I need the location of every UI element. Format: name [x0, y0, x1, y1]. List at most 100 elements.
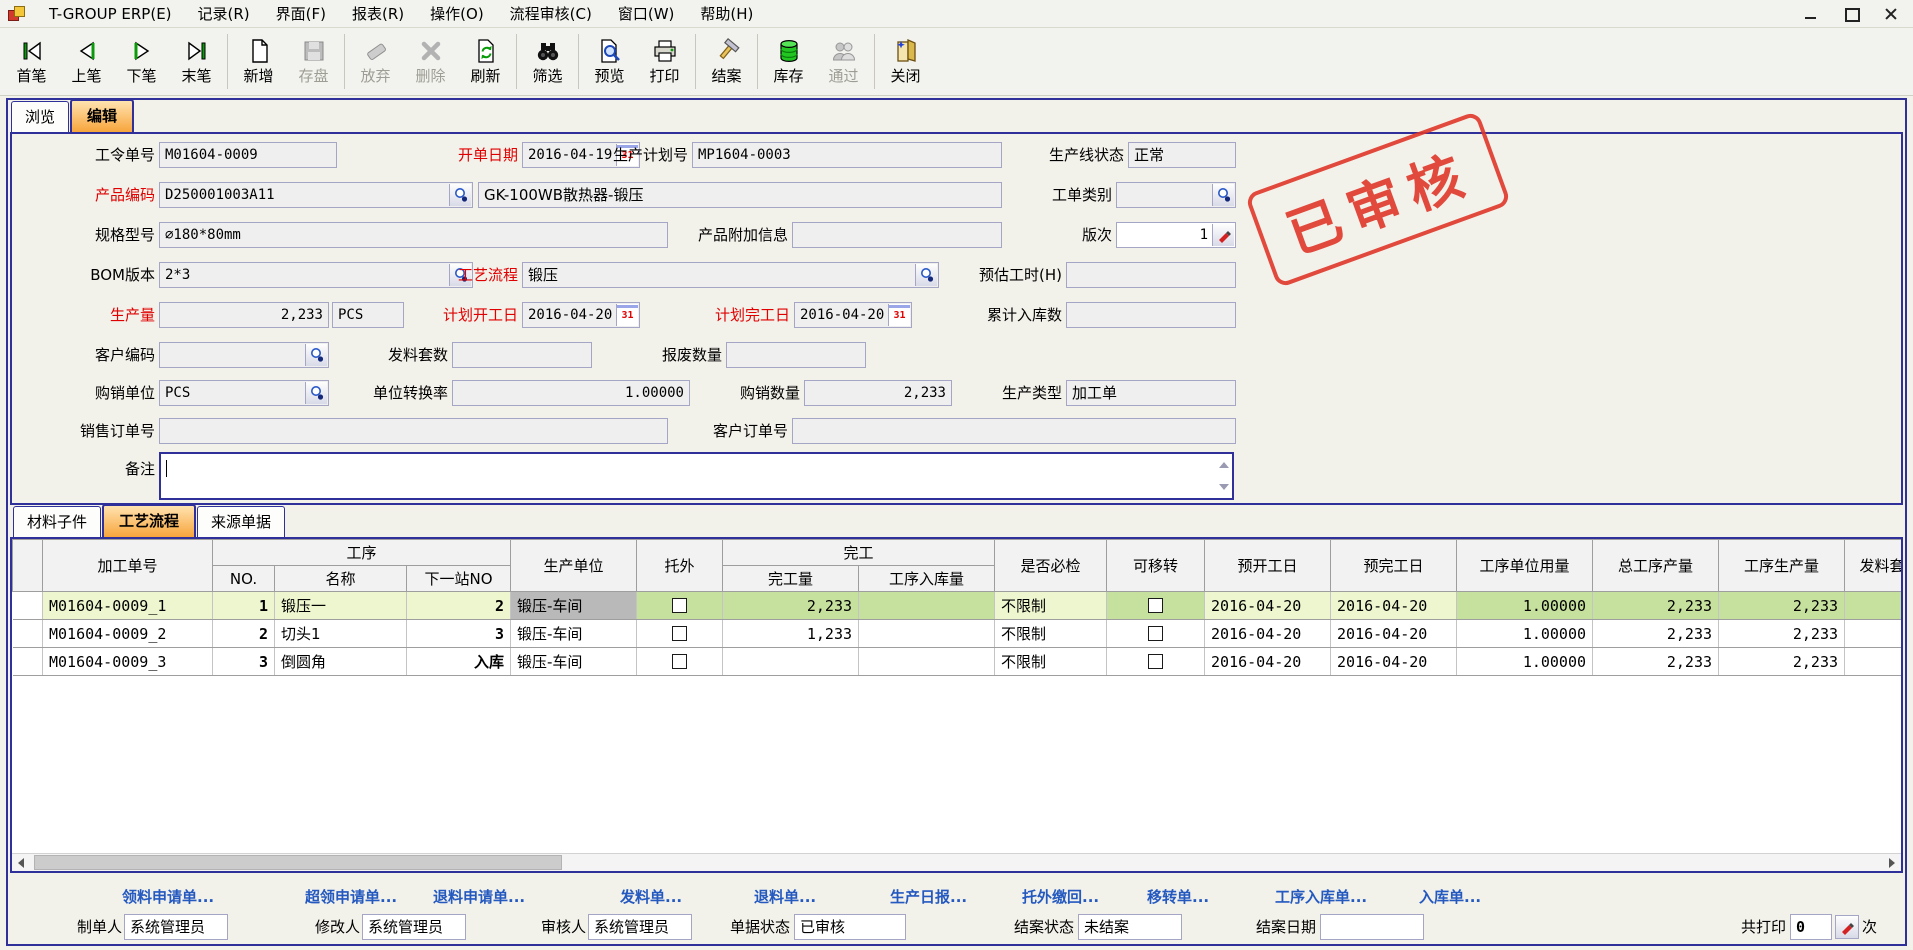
last-record-button[interactable]: 末笔 — [169, 29, 224, 94]
scrollbar-thumb[interactable] — [34, 855, 562, 870]
link-return-doc[interactable]: 退料单... — [754, 886, 816, 907]
next-record-button[interactable]: 下笔 — [114, 29, 169, 94]
menu-record[interactable]: 记录(R) — [185, 0, 263, 28]
link-daily-report[interactable]: 生产日报... — [890, 886, 967, 907]
menu-operation[interactable]: 操作(O) — [417, 0, 497, 28]
sale-qty-field[interactable]: 2,233 — [804, 380, 952, 406]
menu-report[interactable]: 报表(R) — [339, 0, 417, 28]
product-extra-field[interactable] — [792, 222, 1002, 248]
inventory-button[interactable]: 库存 — [761, 29, 816, 94]
sale-order-field[interactable] — [159, 418, 668, 444]
transferable-checkbox[interactable] — [1148, 654, 1163, 669]
order-type-field[interactable] — [1116, 182, 1236, 208]
tab-browse[interactable]: 浏览 — [11, 101, 69, 132]
revision-field[interactable]: 1 — [1116, 222, 1236, 248]
scroll-left-icon[interactable] — [12, 854, 30, 871]
scroll-right-icon[interactable] — [1883, 854, 1901, 871]
scroll-down-icon[interactable] — [1219, 484, 1229, 490]
auditor-field: 系统管理员 — [588, 914, 692, 940]
close-case-button[interactable]: 结案 — [699, 29, 754, 94]
grid-header: 加工单号 工序 生产单位 托外 完工 是否必检 可移转 预开工日 预完工日 工序… — [13, 540, 1904, 592]
tab-material-components[interactable]: 材料子件 — [13, 506, 101, 537]
spec-field[interactable]: ⌀180*80mm — [159, 222, 668, 248]
close-status-field: 未结案 — [1078, 914, 1182, 940]
horizontal-scrollbar[interactable] — [12, 853, 1901, 871]
conv-rate-field[interactable]: 1.00000 — [452, 380, 690, 406]
menu-bar: T-GROUP ERP(E) 记录(R) 界面(F) 报表(R) 操作(O) 流… — [0, 0, 1913, 28]
close-window-icon[interactable] — [1883, 7, 1899, 21]
total-in-field[interactable] — [1066, 302, 1236, 328]
col-total-output: 总工序产量 — [1593, 540, 1719, 592]
print-count-field[interactable]: 0 — [1790, 914, 1832, 940]
customer-code-field[interactable] — [159, 342, 329, 368]
tab-source-documents[interactable]: 来源单据 — [197, 506, 285, 537]
tab-edit[interactable]: 编辑 — [70, 99, 134, 132]
col-group-process: 工序 — [213, 540, 511, 566]
minimize-icon[interactable] — [1803, 7, 1819, 21]
scrap-qty-field[interactable] — [726, 342, 866, 368]
menu-window[interactable]: 窗口(W) — [605, 0, 688, 28]
order-no-field[interactable]: M01604-0009 — [159, 142, 337, 168]
prod-type-field[interactable]: 加工单 — [1066, 380, 1236, 406]
prev-record-button[interactable]: 上笔 — [59, 29, 114, 94]
preview-button[interactable]: 预览 — [582, 29, 637, 94]
process-flow-field[interactable]: 锻压 — [522, 262, 939, 288]
link-issue-doc[interactable]: 发料单... — [620, 886, 682, 907]
red-pencil-icon[interactable] — [1835, 915, 1859, 939]
menu-app[interactable]: T-GROUP ERP(E) — [36, 1, 185, 27]
revision-label: 版次 — [998, 222, 1112, 248]
outsource-checkbox[interactable] — [672, 598, 687, 613]
link-transfer-doc[interactable]: 移转单... — [1147, 886, 1209, 907]
link-outsource-return[interactable]: 托外缴回... — [1022, 886, 1099, 907]
sale-unit-field[interactable]: PCS — [159, 380, 329, 406]
est-hours-field[interactable] — [1066, 262, 1236, 288]
plan-no-field[interactable]: MP1604-0003 — [692, 142, 1002, 168]
first-record-button[interactable]: 首笔 — [4, 29, 59, 94]
restore-icon[interactable] — [1843, 7, 1859, 21]
product-name-field[interactable]: GK-100WB散热器-锻压 — [478, 182, 1002, 208]
lookup-icon[interactable] — [449, 184, 471, 206]
link-process-in-doc[interactable]: 工序入库单... — [1275, 886, 1367, 907]
transferable-checkbox[interactable] — [1148, 598, 1163, 613]
link-return-request[interactable]: 退料申请单... — [433, 886, 525, 907]
cust-order-field[interactable] — [792, 418, 1236, 444]
link-over-request[interactable]: 超领申请单... — [305, 886, 397, 907]
transferable-checkbox[interactable] — [1148, 626, 1163, 641]
plan-start-field[interactable]: 2016-04-2031 — [522, 302, 640, 328]
calendar-icon[interactable]: 31 — [888, 304, 910, 326]
scroll-up-icon[interactable] — [1219, 462, 1229, 468]
approve-people-icon — [831, 38, 857, 64]
red-pencil-icon[interactable] — [1212, 224, 1234, 246]
order-no-label: 工令单号 — [12, 142, 155, 168]
filter-button[interactable]: 筛选 — [520, 29, 575, 94]
main-tabstrip: 浏览 编辑 — [8, 100, 135, 132]
spec-label: 规格型号 — [12, 222, 155, 248]
lookup-icon[interactable] — [1212, 184, 1234, 206]
issue-sets-field[interactable] — [452, 342, 592, 368]
next-record-icon — [129, 38, 155, 64]
save-floppy-icon — [301, 38, 327, 64]
print-button[interactable]: 打印 — [637, 29, 692, 94]
calendar-icon[interactable]: 31 — [616, 304, 638, 326]
plan-finish-field[interactable]: 2016-04-2031 — [794, 302, 912, 328]
refresh-button[interactable]: 刷新 — [458, 29, 513, 94]
tab-process-flow[interactable]: 工艺流程 — [102, 504, 196, 537]
menu-workflow-audit[interactable]: 流程审核(C) — [497, 0, 605, 28]
qty-field[interactable]: 2,233 — [159, 302, 329, 328]
lookup-icon[interactable] — [305, 344, 327, 366]
table-row: M01604-0009_1 1 锻压一 2 锻压-车间 2,233 不限制 20… — [13, 592, 1904, 620]
lookup-icon[interactable] — [305, 382, 327, 404]
menu-interface[interactable]: 界面(F) — [263, 0, 339, 28]
exit-button[interactable]: 关闭 — [878, 29, 933, 94]
product-code-field[interactable]: D250001003A11 — [159, 182, 473, 208]
new-button[interactable]: 新增 — [231, 29, 286, 94]
auditor-label: 审核人 — [514, 914, 586, 940]
lookup-icon[interactable] — [915, 264, 937, 286]
link-material-request[interactable]: 领料申请单... — [122, 886, 214, 907]
outsource-checkbox[interactable] — [672, 626, 687, 641]
remark-field[interactable] — [159, 452, 1234, 500]
menu-help[interactable]: 帮助(H) — [687, 0, 766, 28]
line-status-field[interactable]: 正常 — [1128, 142, 1236, 168]
link-in-doc[interactable]: 入库单... — [1419, 886, 1481, 907]
outsource-checkbox[interactable] — [672, 654, 687, 669]
